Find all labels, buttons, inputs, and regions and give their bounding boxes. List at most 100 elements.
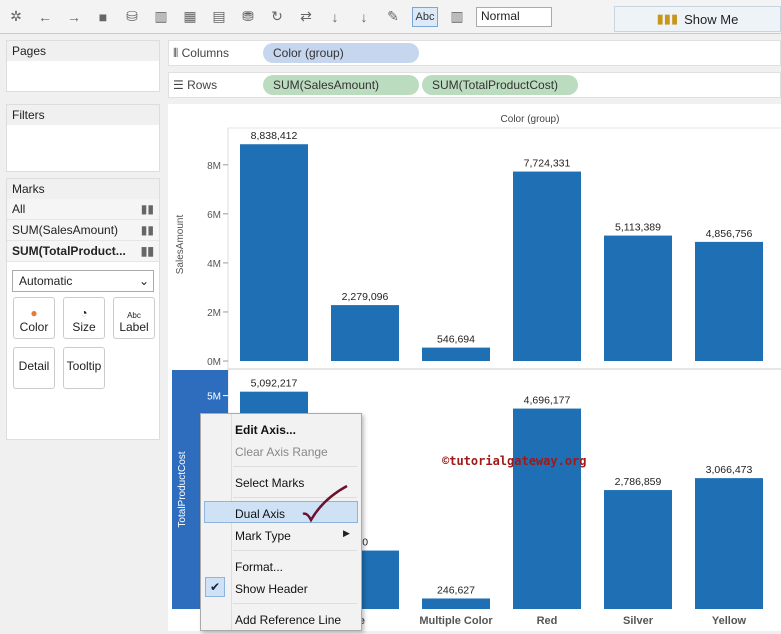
x-category-label: Silver bbox=[623, 615, 654, 627]
y-tick-label: 6M bbox=[207, 210, 221, 221]
y-tick-label: 0M bbox=[207, 357, 221, 368]
detail-label: Detail bbox=[18, 359, 50, 373]
tooltip-button[interactable]: Tooltip bbox=[63, 347, 105, 389]
tableau-logo-icon[interactable]: ✲ bbox=[6, 7, 26, 27]
save-icon[interactable]: ■ bbox=[93, 7, 113, 27]
menu-edit-axis[interactable]: Edit Axis... bbox=[235, 423, 296, 437]
rows-shelf[interactable]: ☰ Rows SUM(SalesAmount) SUM(TotalProduct… bbox=[168, 72, 781, 98]
menu-format[interactable]: Format... bbox=[235, 560, 283, 574]
bar-SalesAmount bbox=[513, 171, 581, 361]
chevron-down-icon: ⌄ bbox=[138, 274, 149, 288]
marks-sales[interactable]: SUM(SalesAmount) ▮▮ bbox=[7, 220, 159, 241]
data-label: 3,066,473 bbox=[706, 464, 753, 476]
y-tick-label: 2M bbox=[207, 308, 221, 319]
menu-dual-axis-label: Dual Axis bbox=[235, 507, 286, 521]
sort-desc-icon[interactable]: ↓ bbox=[354, 7, 374, 27]
data-label: 8,838,412 bbox=[251, 130, 298, 142]
marks-all[interactable]: All ▮▮ bbox=[7, 199, 159, 220]
clear-sheet-icon[interactable]: ▤ bbox=[209, 7, 229, 27]
new-sheet-icon[interactable]: ▥ bbox=[151, 7, 171, 27]
data-label: 2,279,096 bbox=[342, 291, 389, 303]
marks-panel: Marks All ▮▮ SUM(SalesAmount) ▮▮ SUM(Total… bbox=[6, 178, 160, 440]
marks-row-label: SUM(TotalProduct... bbox=[12, 244, 126, 258]
marks-row-label: SUM(SalesAmount) bbox=[12, 223, 119, 237]
menu-show-header[interactable]: Show Header bbox=[235, 582, 308, 596]
bar-TotalProductCost bbox=[604, 490, 672, 609]
bar-icon: ▮▮ bbox=[140, 244, 154, 258]
color-button[interactable]: ● Color bbox=[13, 297, 55, 339]
view-mode-select[interactable]: Normal bbox=[476, 6, 552, 27]
back-icon[interactable]: ← bbox=[35, 7, 55, 27]
menu-select-marks[interactable]: Select Marks bbox=[235, 476, 304, 490]
pause-updates-icon[interactable]: ⛃ bbox=[238, 7, 258, 27]
mark-type-value: Automatic bbox=[19, 274, 73, 288]
data-label: 4,856,756 bbox=[706, 228, 753, 240]
bar-icon: ▮▮ bbox=[140, 223, 154, 237]
y-tick-label: 5M bbox=[207, 392, 221, 403]
detail-button[interactable]: Detail bbox=[13, 347, 55, 389]
pages-title: Pages bbox=[7, 41, 159, 61]
columns-shelf[interactable]: ⦀ Columns Color (group) bbox=[168, 40, 781, 66]
filters-panel: Filters bbox=[6, 104, 160, 172]
marks-cost[interactable]: SUM(TotalProduct... ▮▮ bbox=[7, 241, 159, 262]
swap-icon[interactable]: ⇄ bbox=[296, 7, 316, 27]
duplicate-sheet-icon[interactable]: ▦ bbox=[180, 7, 200, 27]
pages-panel: Pages bbox=[6, 40, 160, 92]
size-button[interactable]: ◔ Size bbox=[63, 297, 105, 339]
data-label: 246,627 bbox=[437, 584, 475, 596]
mark-type-select[interactable]: Automatic ⌄ bbox=[12, 270, 154, 292]
size-label: Size bbox=[72, 320, 96, 334]
watermark: ©tutorialgateway.org bbox=[442, 454, 587, 468]
label-label: Label bbox=[119, 320, 149, 334]
x-category-label: Yellow bbox=[712, 615, 747, 627]
check-icon: ✔ bbox=[205, 577, 225, 597]
marks-title: Marks bbox=[7, 179, 159, 199]
rows-pill-cost[interactable]: SUM(TotalProductCost) bbox=[422, 75, 578, 95]
columns-label: ⦀ Columns bbox=[173, 45, 229, 60]
color-icon: ● bbox=[30, 306, 38, 320]
show-me-button[interactable]: ▮▮▮ Show Me bbox=[614, 6, 781, 32]
data-label: 5,092,217 bbox=[251, 378, 298, 390]
highlight-icon[interactable]: ✎ bbox=[383, 7, 403, 27]
data-label: 7,724,331 bbox=[524, 158, 571, 170]
axis-title-TotalProductCost: TotalProductCost bbox=[177, 451, 188, 527]
label-icon: Abc bbox=[127, 311, 141, 320]
bar-SalesAmount bbox=[422, 347, 490, 361]
columns-pill[interactable]: Color (group) bbox=[263, 43, 419, 63]
handwritten-check-icon bbox=[302, 484, 348, 523]
size-icon: ◔ bbox=[80, 306, 88, 320]
submenu-arrow-icon: ▶ bbox=[343, 528, 350, 538]
data-label: 4,696,177 bbox=[524, 395, 571, 407]
bar-SalesAmount bbox=[604, 235, 672, 361]
show-me-label: Show Me bbox=[684, 11, 739, 27]
filters-title: Filters bbox=[7, 105, 159, 125]
label-button[interactable]: Abc Label bbox=[113, 297, 155, 339]
rows-label: ☰ Rows bbox=[173, 78, 218, 92]
menu-clear-axis-range: Clear Axis Range bbox=[235, 445, 328, 459]
y-tick-label: 4M bbox=[207, 259, 221, 270]
data-label: 546,694 bbox=[437, 334, 475, 346]
show-labels-button[interactable]: Abc bbox=[412, 6, 438, 27]
axis-title-SalesAmount: SalesAmount bbox=[175, 215, 186, 275]
bar-chart-icon: ▮▮▮ bbox=[656, 11, 679, 26]
bar-icon: ▮▮ bbox=[140, 202, 154, 216]
data-label: 2,786,859 bbox=[615, 476, 662, 488]
bar-TotalProductCost bbox=[422, 598, 490, 609]
add-datasource-icon[interactable]: ⛁ bbox=[122, 7, 142, 27]
bar-SalesAmount bbox=[695, 241, 763, 361]
sort-asc-icon[interactable]: ↓ bbox=[325, 7, 345, 27]
x-category-label: Red bbox=[537, 615, 558, 627]
x-category-label: Multiple Color bbox=[419, 615, 493, 627]
refresh-icon[interactable]: ↻ bbox=[267, 7, 287, 27]
context-menu: Edit Axis... Clear Axis Range Select Mar… bbox=[200, 413, 362, 631]
bar-SalesAmount bbox=[331, 305, 399, 361]
menu-add-reference-line[interactable]: Add Reference Line bbox=[235, 613, 341, 627]
chart-title: Color (group) bbox=[501, 114, 560, 125]
y-tick-label: 8M bbox=[207, 161, 221, 172]
fit-icon[interactable]: ▥ bbox=[447, 7, 467, 27]
data-label: 5,113,389 bbox=[615, 222, 661, 234]
forward-icon[interactable]: → bbox=[64, 7, 84, 27]
tooltip-label: Tooltip bbox=[66, 359, 102, 373]
menu-mark-type[interactable]: Mark Type bbox=[235, 529, 291, 543]
rows-pill-sales[interactable]: SUM(SalesAmount) bbox=[263, 75, 419, 95]
